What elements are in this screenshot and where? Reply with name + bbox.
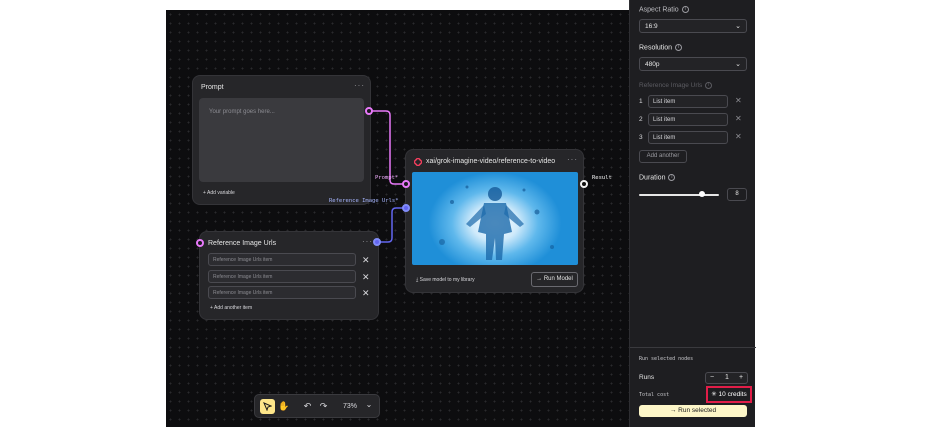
result-video-preview[interactable] bbox=[412, 172, 578, 265]
reference-urls-input-port[interactable] bbox=[402, 204, 410, 212]
settings-panel: Aspect Ratio i 16:9 ⌄ Resolution i 480p ⌄ Re… bbox=[629, 0, 756, 427]
cursor-icon bbox=[263, 402, 273, 412]
info-icon: i bbox=[668, 174, 676, 181]
undo-button[interactable]: ↶ bbox=[301, 399, 314, 414]
list-item-value: List item bbox=[653, 135, 676, 141]
figure-silhouette bbox=[439, 185, 554, 260]
list-item-value: List item bbox=[653, 99, 676, 105]
reference-item-placeholder: Reference Image Urls item bbox=[213, 274, 273, 280]
runs-label: Runs bbox=[639, 374, 655, 381]
reference-urls-label: Reference Image Urls i bbox=[639, 82, 713, 89]
duration-input[interactable]: 8 bbox=[727, 188, 747, 201]
remove-list-item-icon[interactable]: ✕ bbox=[735, 114, 742, 123]
undo-icon: ↶ bbox=[303, 401, 312, 411]
remove-item-icon[interactable]: ✕ bbox=[362, 289, 370, 298]
duration-slider-thumb[interactable] bbox=[699, 191, 706, 197]
list-item-number: 1 bbox=[639, 98, 643, 105]
result-output-port[interactable] bbox=[580, 180, 588, 188]
list-item-value: List item bbox=[653, 117, 676, 123]
result-edge-label: Result bbox=[592, 175, 612, 181]
reference-item-input[interactable]: Reference Image Urls item bbox=[208, 253, 356, 266]
chevron-down-icon: ⌄ bbox=[735, 61, 741, 68]
hand-tool-button[interactable]: ✋ bbox=[277, 399, 291, 414]
list-item-input[interactable]: List item bbox=[648, 95, 728, 108]
reference-input-port[interactable] bbox=[196, 239, 204, 247]
reference-item-placeholder: Reference Image Urls item bbox=[213, 257, 273, 263]
info-icon: i bbox=[705, 82, 713, 89]
reference-node-menu-icon[interactable]: ··· bbox=[362, 237, 373, 246]
add-variable-button[interactable]: + Add variable bbox=[203, 190, 235, 196]
decrement-button[interactable]: − bbox=[710, 374, 714, 381]
divider bbox=[630, 347, 756, 348]
chevron-down-icon: ⌄ bbox=[735, 23, 741, 30]
remove-list-item-icon[interactable]: ✕ bbox=[735, 132, 742, 141]
resolution-label: Resolution i bbox=[639, 44, 683, 51]
reference-item-input[interactable]: Reference Image Urls item bbox=[208, 270, 356, 283]
reference-image-urls-node[interactable]: Reference Image Urls ··· Reference Image… bbox=[199, 231, 379, 320]
workflow-canvas[interactable]: Prompt ··· Your prompt goes here... + Ad… bbox=[166, 10, 629, 427]
prompt-wire bbox=[370, 110, 406, 185]
reference-edge-label: Reference Image Urls* bbox=[329, 198, 399, 204]
list-item-input[interactable]: List item bbox=[648, 113, 728, 126]
redo-icon: ↷ bbox=[319, 401, 328, 411]
redo-button[interactable]: ↷ bbox=[317, 399, 330, 414]
reference-item-placeholder: Reference Image Urls item bbox=[213, 290, 273, 296]
app-window: Prompt ··· Your prompt goes here... + Ad… bbox=[0, 0, 930, 437]
aspect-ratio-select[interactable]: 16:9 ⌄ bbox=[639, 19, 747, 33]
runs-stepper[interactable]: − 1 + bbox=[705, 372, 748, 384]
list-item-number: 3 bbox=[639, 134, 643, 141]
run-model-button[interactable]: → Run Model bbox=[531, 272, 578, 287]
aspect-ratio-value: 16:9 bbox=[645, 23, 658, 30]
hand-icon: ✋ bbox=[278, 401, 290, 411]
remove-item-icon[interactable]: ✕ bbox=[362, 256, 370, 265]
zoom-level[interactable]: 73% bbox=[339, 399, 361, 414]
prompt-output-port[interactable] bbox=[365, 107, 373, 115]
model-node[interactable]: xai/grok-imagine-video/reference-to-vide… bbox=[405, 149, 584, 293]
reference-node-title: Reference Image Urls bbox=[208, 240, 277, 247]
save-model-label: Save model to my library bbox=[419, 277, 475, 283]
add-another-item-button[interactable]: + Add another item bbox=[210, 305, 252, 311]
total-cost-label: Total cost bbox=[639, 392, 670, 398]
prompt-input-port[interactable] bbox=[402, 180, 410, 188]
credits-badge: ✳ 10 credits bbox=[706, 386, 752, 403]
duration-slider-track[interactable] bbox=[639, 194, 719, 196]
aspect-ratio-label: Aspect Ratio i bbox=[639, 6, 689, 13]
reference-item-input[interactable]: Reference Image Urls item bbox=[208, 286, 356, 299]
model-node-menu-icon[interactable]: ··· bbox=[567, 155, 578, 164]
save-model-button[interactable]: ⤓ Save model to my library bbox=[416, 277, 475, 283]
prompt-placeholder: Your prompt goes here... bbox=[209, 109, 275, 115]
add-another-button[interactable]: Add another bbox=[639, 150, 687, 163]
prompt-node[interactable]: Prompt ··· Your prompt goes here... + Ad… bbox=[192, 75, 371, 205]
resolution-value: 480p bbox=[645, 61, 660, 68]
increment-button[interactable]: + bbox=[739, 374, 743, 381]
info-icon: i bbox=[681, 6, 689, 13]
run-selected-button[interactable]: → Run selected bbox=[639, 405, 747, 417]
zoom-chevron-down-icon[interactable]: ⌄ bbox=[363, 399, 375, 414]
reference-output-port[interactable] bbox=[373, 238, 381, 246]
canvas-toolbar: ✋ ↶ ↷ 73% ⌄ bbox=[254, 394, 380, 418]
runs-value: 1 bbox=[725, 374, 729, 381]
model-logo-icon bbox=[414, 158, 422, 166]
prompt-edge-label: Prompt* bbox=[375, 175, 399, 181]
prompt-node-title: Prompt bbox=[201, 84, 224, 91]
model-node-title: xai/grok-imagine-video/reference-to-vide… bbox=[426, 158, 556, 165]
remove-list-item-icon[interactable]: ✕ bbox=[735, 96, 742, 105]
reference-wire bbox=[378, 207, 406, 243]
list-item-number: 2 bbox=[639, 116, 643, 123]
run-selected-nodes-label: Run selected nodes bbox=[639, 356, 694, 362]
prompt-textarea[interactable]: Your prompt goes here... bbox=[199, 98, 364, 182]
remove-item-icon[interactable]: ✕ bbox=[362, 273, 370, 282]
prompt-node-menu-icon[interactable]: ··· bbox=[354, 81, 365, 90]
info-icon: i bbox=[675, 44, 683, 51]
resolution-select[interactable]: 480p ⌄ bbox=[639, 57, 747, 71]
list-item-input[interactable]: List item bbox=[648, 131, 728, 144]
duration-label: Duration i bbox=[639, 174, 676, 181]
select-tool-button[interactable] bbox=[260, 399, 275, 414]
